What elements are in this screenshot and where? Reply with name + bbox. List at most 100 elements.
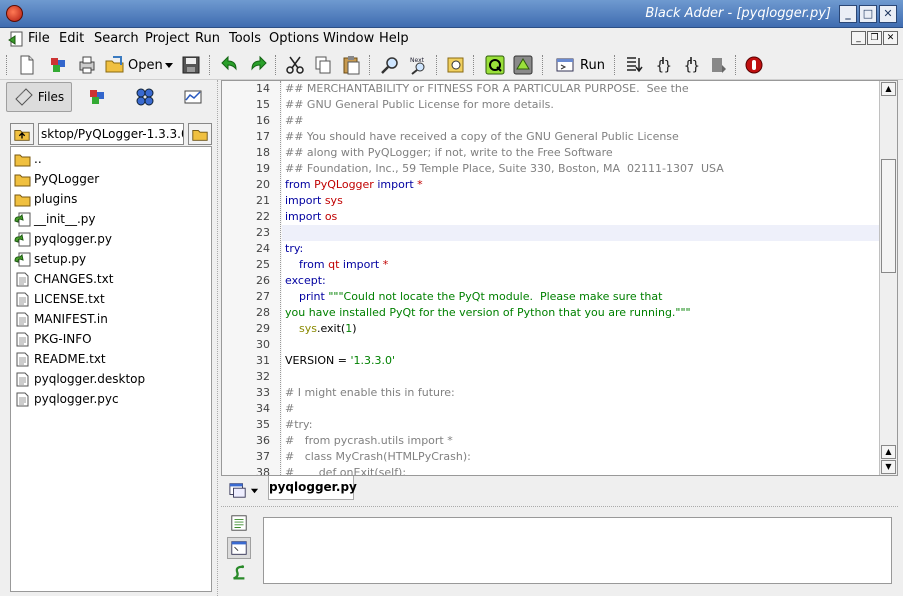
- code-line[interactable]: #try:: [285, 418, 312, 431]
- tab-pyqlogger-py[interactable]: pyqlogger.py: [268, 476, 357, 500]
- new-project-button[interactable]: [46, 53, 70, 77]
- panel-splitter[interactable]: [217, 80, 219, 596]
- new-file-button[interactable]: [15, 53, 39, 77]
- file-list-item[interactable]: PKG-INFO: [14, 329, 92, 349]
- code-line[interactable]: # class MyCrash(HTMLPyCrash):: [285, 450, 471, 463]
- close-button[interactable]: ✕: [879, 5, 897, 23]
- save-button[interactable]: [179, 53, 203, 77]
- menu-options[interactable]: Options: [269, 31, 319, 46]
- code-line[interactable]: from PyQLogger import *: [285, 178, 423, 191]
- editor-scrollbar[interactable]: ▲ ▲ ▼: [879, 81, 897, 475]
- scroll-up-button[interactable]: ▲: [881, 82, 896, 96]
- code-line[interactable]: sys.exit(1): [285, 322, 357, 335]
- file-list-item[interactable]: pyqlogger.desktop: [14, 369, 145, 389]
- tab-list-button[interactable]: [229, 480, 263, 500]
- file-list-item[interactable]: __init__.py: [14, 209, 96, 229]
- file-list-item[interactable]: pyqlogger.pyc: [14, 389, 119, 409]
- maximize-button[interactable]: □: [859, 5, 877, 23]
- qt-compile-button[interactable]: [511, 53, 535, 77]
- tab-classes[interactable]: [82, 82, 112, 112]
- output-pane[interactable]: [263, 517, 892, 584]
- code-line[interactable]: #: [285, 402, 294, 415]
- menu-edit[interactable]: Edit: [59, 31, 84, 46]
- scroll-up-button-lower[interactable]: ▲: [881, 445, 896, 459]
- scroll-thumb[interactable]: [881, 159, 896, 273]
- qt-designer-button[interactable]: [483, 53, 507, 77]
- copy-button[interactable]: [311, 53, 335, 77]
- scroll-down-button[interactable]: ▼: [881, 460, 896, 474]
- file-list-item[interactable]: CHANGES.txt: [14, 269, 113, 289]
- open-button-icon-wrap[interactable]: [103, 53, 127, 77]
- file-list[interactable]: .. PyQLogger plugins __init__.py pyqlogger.p…: [10, 146, 212, 592]
- mdi-minimize-button[interactable]: _: [851, 31, 866, 45]
- code-line[interactable]: you have installed PyQt for the version …: [285, 306, 691, 319]
- document-menu-icon[interactable]: [8, 31, 24, 47]
- file-list-item[interactable]: MANIFEST.in: [14, 309, 108, 329]
- code-line[interactable]: ## along with PyQLogger; if not, write t…: [285, 146, 613, 159]
- code-line[interactable]: # def onExit(self):: [285, 466, 406, 475]
- step-out-button[interactable]: {}: [679, 53, 703, 77]
- tab-files[interactable]: Files: [6, 82, 72, 112]
- undo-button[interactable]: [218, 53, 242, 77]
- paste-button[interactable]: [339, 53, 363, 77]
- menu-search[interactable]: Search: [94, 31, 139, 46]
- print-button[interactable]: [75, 53, 99, 77]
- file-list-item[interactable]: PyQLogger: [14, 169, 99, 189]
- code-line[interactable]: from qt import *: [285, 258, 388, 271]
- menu-tools[interactable]: Tools: [229, 31, 261, 46]
- tab-debug[interactable]: [178, 82, 208, 112]
- stop-button[interactable]: [742, 53, 766, 77]
- file-list-item[interactable]: ..: [14, 149, 42, 169]
- cut-button[interactable]: [283, 53, 307, 77]
- code-line[interactable]: import os: [285, 210, 337, 223]
- bookmark-button[interactable]: [444, 53, 468, 77]
- code-line[interactable]: VERSION = '1.3.3.0': [285, 354, 395, 367]
- mdi-close-button[interactable]: ✕: [883, 31, 898, 45]
- file-list-item[interactable]: LICENSE.txt: [14, 289, 105, 309]
- code-line[interactable]: ##: [285, 114, 303, 127]
- dir-up-button[interactable]: [10, 123, 34, 145]
- code-line[interactable]: print """Could not locate the PyQt modul…: [285, 290, 662, 303]
- file-list-item[interactable]: pyqlogger.py: [14, 229, 112, 249]
- code-line[interactable]: ## Foundation, Inc., 59 Temple Place, Su…: [285, 162, 724, 175]
- tab-python-shell[interactable]: [227, 562, 251, 584]
- menu-help[interactable]: Help: [379, 31, 409, 46]
- code-line[interactable]: try:: [285, 242, 303, 255]
- code-line[interactable]: import sys: [285, 194, 343, 207]
- step-over-button[interactable]: [622, 53, 646, 77]
- redo-button[interactable]: [246, 53, 270, 77]
- find-next-button[interactable]: Next: [406, 53, 430, 77]
- code-line[interactable]: # I might enable this in future:: [285, 386, 455, 399]
- browse-folder-button[interactable]: [188, 123, 212, 145]
- app-icon[interactable]: [6, 5, 23, 22]
- code-line[interactable]: except:: [285, 274, 326, 287]
- code-line[interactable]: ## MERCHANTABILITY or FITNESS FOR A PART…: [285, 82, 689, 95]
- file-list-item[interactable]: plugins: [14, 189, 77, 209]
- text-file-icon: [16, 392, 29, 406]
- minimize-button[interactable]: _: [839, 5, 857, 23]
- run-button-icon-wrap[interactable]: [553, 53, 577, 77]
- code-line[interactable]: # from pycrash.utils import *: [285, 434, 453, 447]
- find-button[interactable]: [378, 53, 402, 77]
- open-recent-dropdown[interactable]: [162, 53, 176, 77]
- mdi-restore-button[interactable]: ❐: [867, 31, 882, 45]
- open-button-label[interactable]: Open: [128, 58, 163, 73]
- tab-modules[interactable]: [130, 82, 160, 112]
- code-line[interactable]: ## You should have received a copy of th…: [285, 130, 679, 143]
- menu-run[interactable]: Run: [195, 31, 220, 46]
- code-editor[interactable]: 14 15 16 17 18 19 20 21 22 23 24 25 26 27 28 29 30 31 32 33…: [221, 80, 898, 476]
- step-into-button[interactable]: {}: [651, 53, 675, 77]
- run-button-label[interactable]: Run: [580, 58, 605, 73]
- continue-button[interactable]: [706, 53, 730, 77]
- menu-window[interactable]: Window: [323, 31, 374, 46]
- bottom-splitter[interactable]: [221, 506, 898, 510]
- tab-output[interactable]: [227, 512, 251, 534]
- file-list-item[interactable]: README.txt: [14, 349, 106, 369]
- code-line[interactable]: ## GNU General Public License for more d…: [285, 98, 554, 111]
- tab-console[interactable]: [227, 537, 251, 559]
- path-input[interactable]: sktop/PyQLogger-1.3.3.0/: [38, 123, 184, 145]
- menu-project[interactable]: Project: [145, 31, 189, 46]
- menu-file[interactable]: File: [28, 31, 50, 46]
- folder-icon: [14, 194, 31, 206]
- file-list-item[interactable]: setup.py: [14, 249, 86, 269]
